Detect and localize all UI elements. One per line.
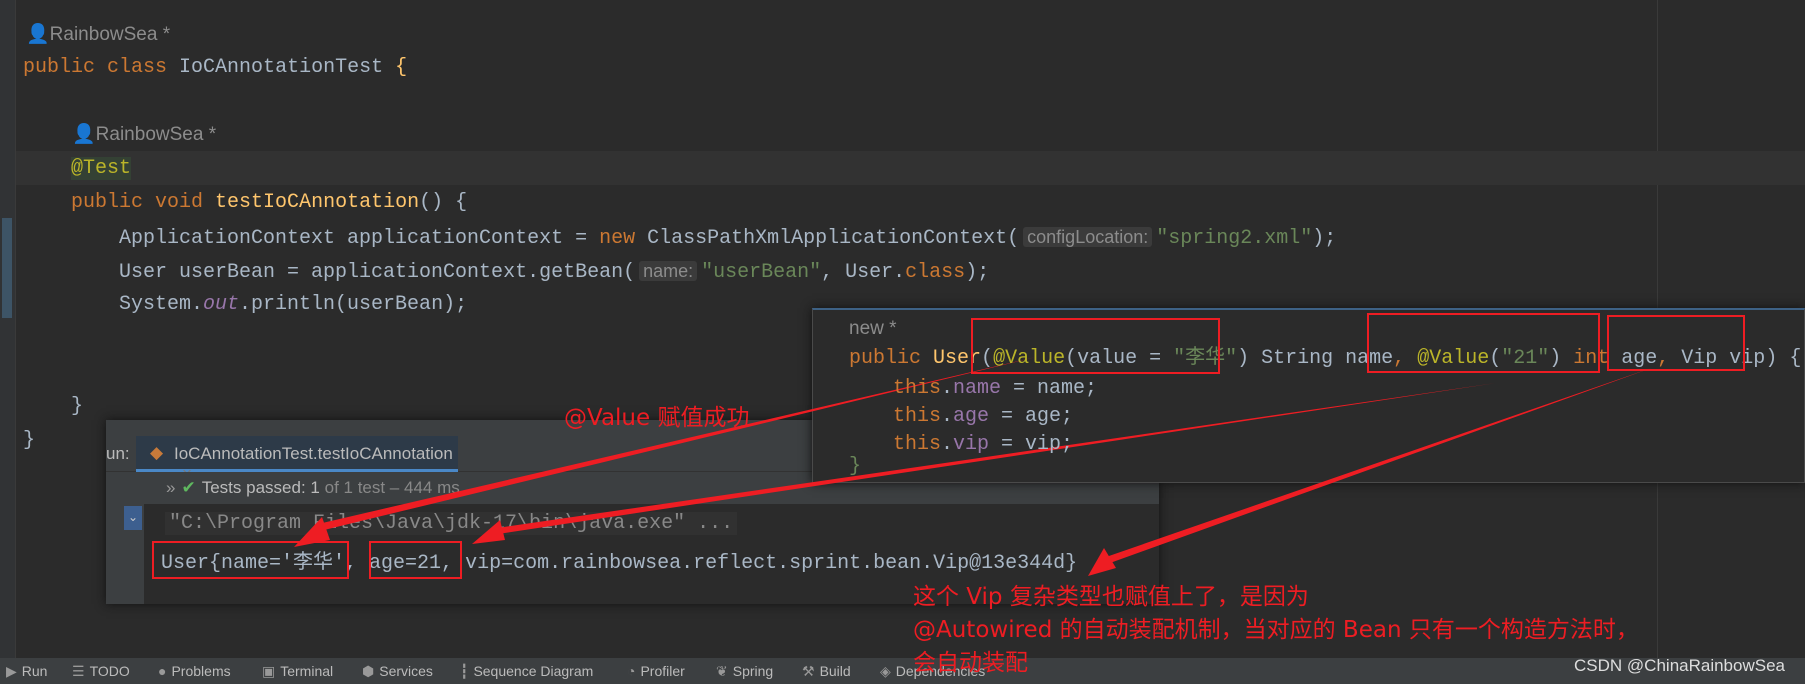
author-hint: new * bbox=[849, 318, 897, 339]
highlight-box bbox=[1367, 313, 1600, 373]
keyword: this bbox=[893, 377, 942, 400]
arrowhead bbox=[1088, 548, 1116, 576]
code: = vip; bbox=[989, 433, 1074, 456]
annotation-note: @Value 赋值成功 bbox=[564, 405, 750, 431]
annotation-note: 会自动装配 bbox=[913, 650, 1028, 676]
code: = age; bbox=[989, 405, 1074, 428]
field: age bbox=[953, 405, 990, 428]
keyword: this bbox=[893, 405, 942, 428]
keyword: this bbox=[893, 433, 942, 456]
code-line: this.vip = vip; bbox=[893, 433, 1074, 456]
field: vip bbox=[953, 433, 990, 456]
code: = name; bbox=[1001, 377, 1098, 400]
annotation-note: @Autowired 的自动装配机制，当对应的 Bean 只有一个构造方法时， bbox=[913, 617, 1639, 643]
arrowhead bbox=[472, 520, 505, 544]
code-line: } bbox=[849, 455, 862, 478]
highlight-box bbox=[1607, 315, 1745, 371]
annotation-note: 这个 Vip 复杂类型也赋值上了，是因为 bbox=[913, 584, 1309, 610]
field: name bbox=[953, 377, 1002, 400]
highlight-box bbox=[971, 318, 1220, 374]
keyword: public bbox=[849, 347, 922, 370]
highlight-box bbox=[152, 541, 349, 579]
highlight-box bbox=[369, 541, 462, 579]
